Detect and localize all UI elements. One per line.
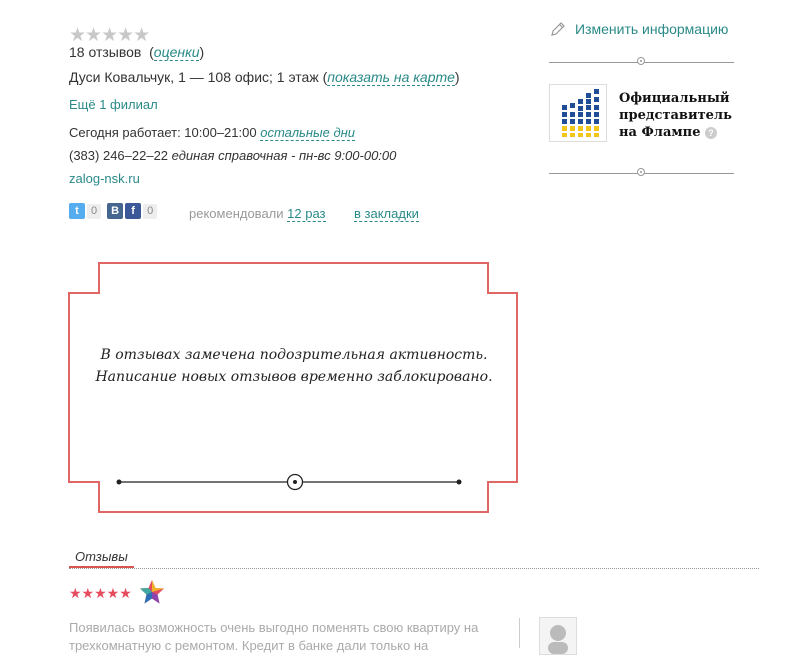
vk-icon[interactable]: B <box>107 203 124 219</box>
avatar[interactable] <box>539 617 577 655</box>
website-link[interactable]: zalog-nsk.ru <box>69 171 140 186</box>
warning-message: В отзывах замечена подозрительная активн… <box>95 347 493 385</box>
sidebar-divider-top <box>549 57 734 65</box>
twitter-icon[interactable]: t <box>69 203 85 219</box>
show-on-map-link[interactable]: показать на карте <box>327 69 455 86</box>
edit-info-label: Изменить информацию <box>575 21 729 37</box>
other-days-link[interactable]: остальные дни <box>260 125 356 141</box>
flamp-official-logo <box>549 84 607 142</box>
edit-info-button[interactable]: Изменить информацию <box>549 20 728 38</box>
hours-line: Сегодня работает: 10:00–21:00 остальные … <box>69 125 356 141</box>
hours-text: Сегодня работает: 10:00–21:00 <box>69 125 257 140</box>
sidebar-divider-bottom <box>549 168 734 176</box>
twitter-count: 0 <box>87 203 102 219</box>
vk-fb-count: 0 <box>143 203 158 219</box>
facebook-icon[interactable]: f <box>125 203 142 219</box>
bookmark-link[interactable]: в закладки <box>354 206 419 222</box>
recommend-text: рекомендовали <box>189 206 284 221</box>
official-representative: Официальный представитель на Флампе ? <box>549 84 734 142</box>
tab-reviews[interactable]: Отзывы <box>69 549 134 568</box>
address-line: Дуси Ковальчук, 1 — 108 офис; 1 этаж (по… <box>69 69 460 86</box>
reviews-count: 18 отзывов <box>69 44 142 60</box>
official-representative-label: Официальный представитель на Флампе ? <box>619 91 732 140</box>
social-share: t 0 B f 0 <box>69 203 163 219</box>
reviews-count-line: 18 отзывов (оценки) <box>69 44 205 61</box>
star-badge-icon <box>140 580 164 604</box>
phone-note: единая справочная - пн-вс 9:00-00:00 <box>171 148 397 163</box>
review-stars: ★★★★★ <box>69 585 132 601</box>
tab-divider <box>69 568 759 569</box>
recommend-line: рекомендовали 12 раз <box>189 206 326 222</box>
user-avatar-icon <box>548 625 568 654</box>
rate-link[interactable]: оценки <box>153 44 200 61</box>
phone-line: (383) 246–22–22 единая справочная - пн-в… <box>69 148 396 163</box>
pencil-icon <box>551 22 565 36</box>
warning-frame <box>68 262 518 513</box>
phone-number: (383) 246–22–22 <box>69 148 169 163</box>
recommend-count-link[interactable]: 12 раз <box>287 206 326 222</box>
address-text: Дуси Ковальчук, 1 — 108 офис; 1 этаж <box>69 69 319 85</box>
more-branches-link[interactable]: Ещё 1 филиал <box>69 97 158 112</box>
help-icon[interactable]: ? <box>705 127 717 139</box>
review-text: Появилась возможность очень выгодно поме… <box>69 620 479 653</box>
